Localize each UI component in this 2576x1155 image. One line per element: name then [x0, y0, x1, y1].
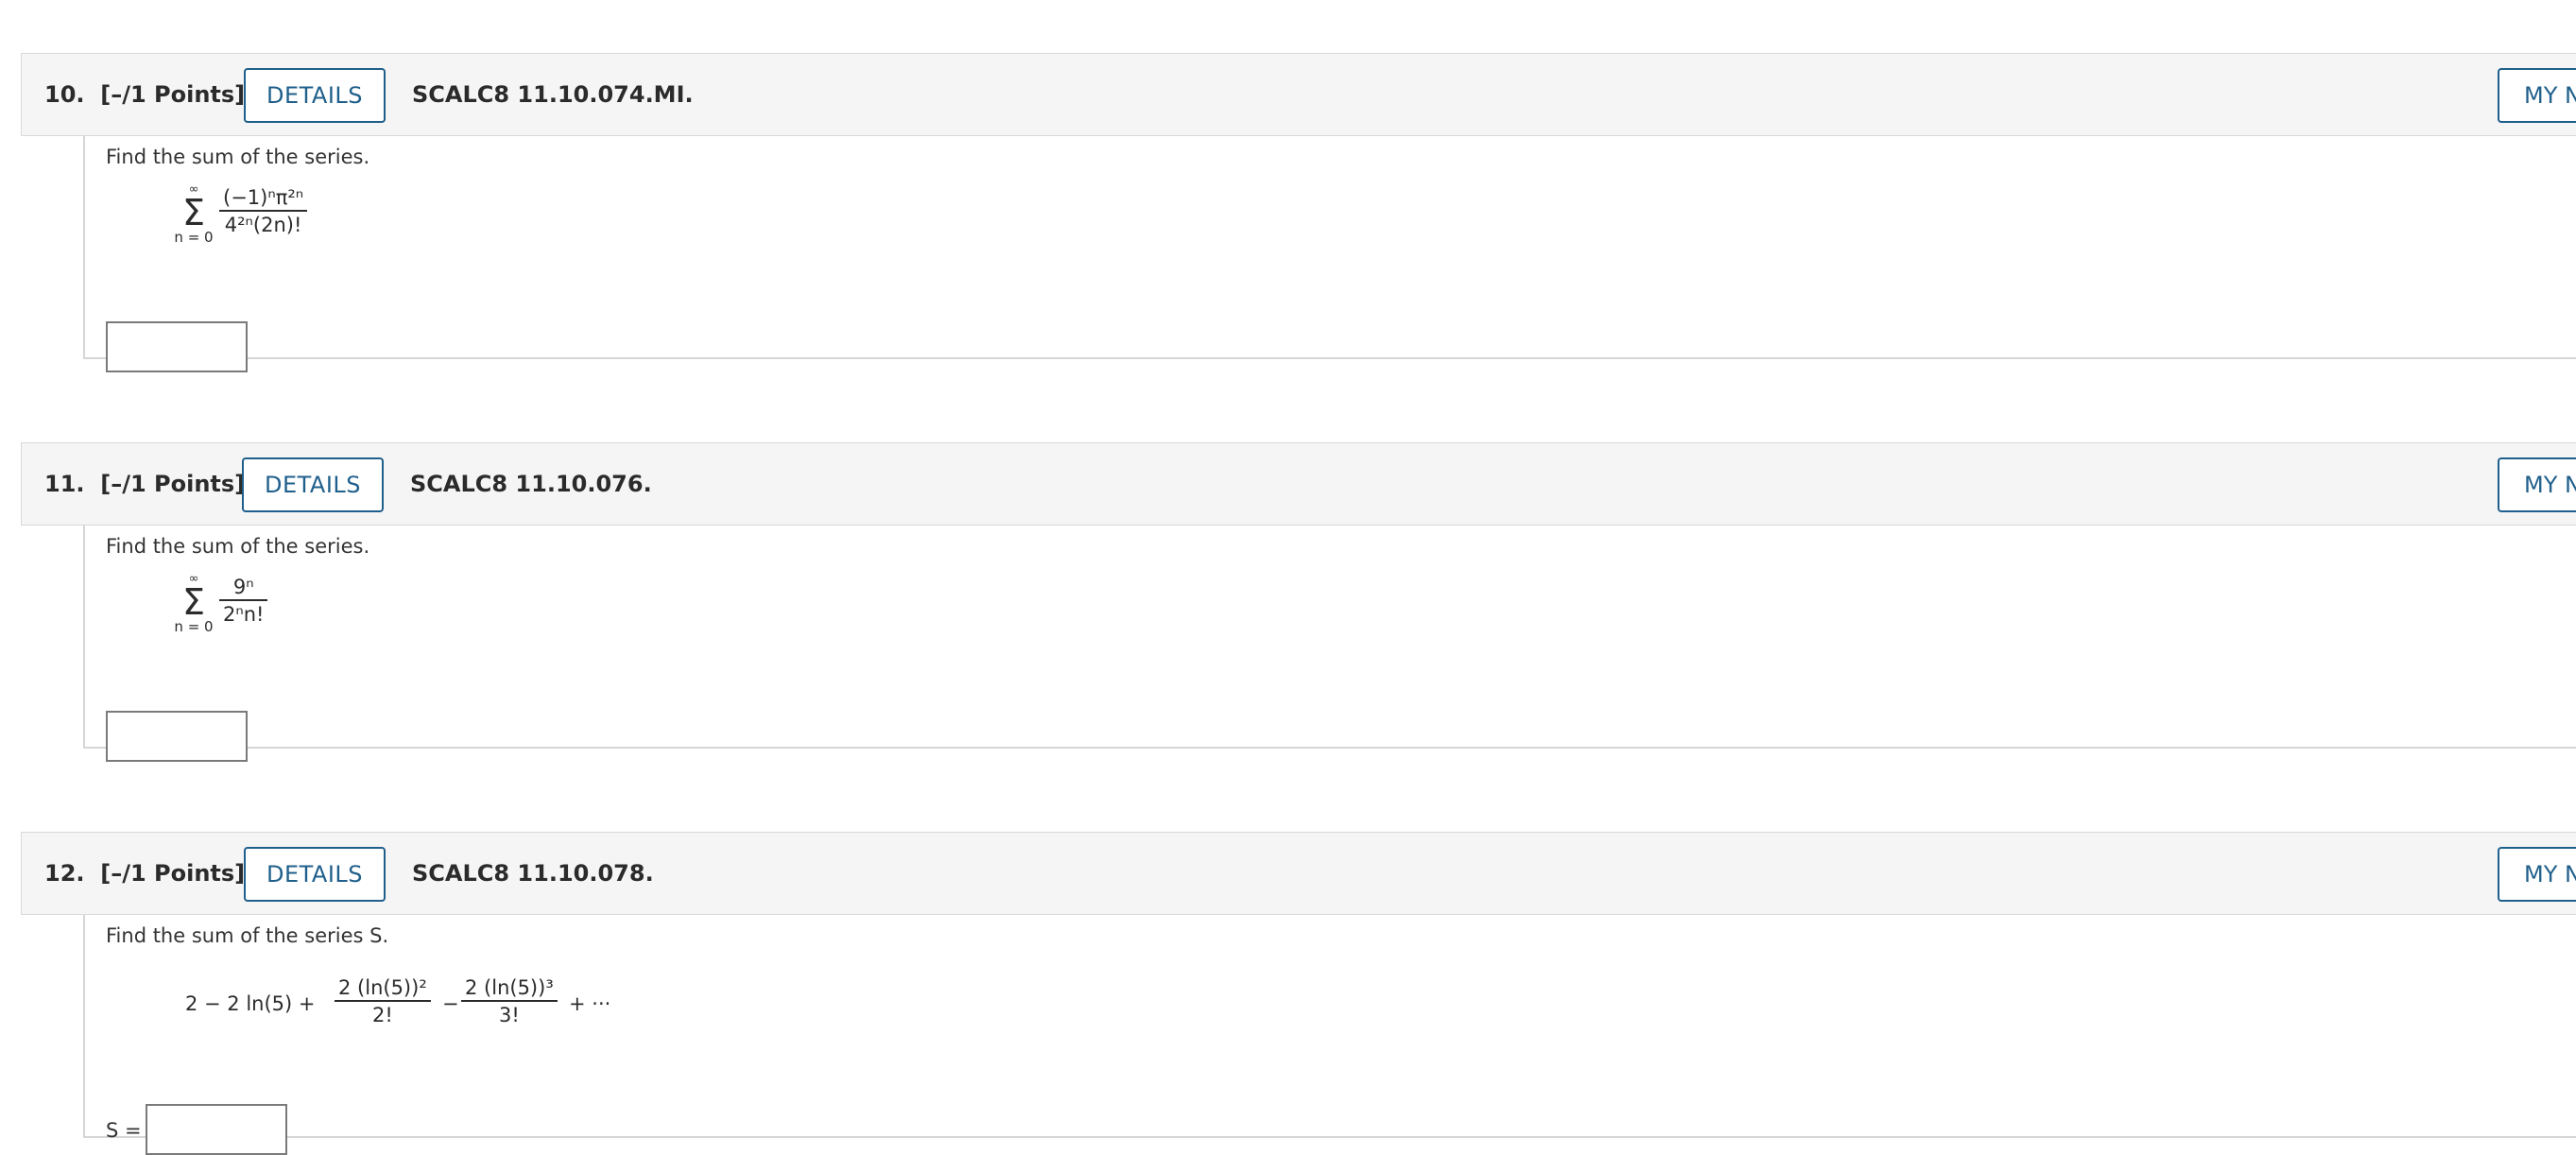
term-2-denominator: 2!	[371, 1004, 393, 1026]
question-code: SCALC8 11.10.078.	[412, 860, 654, 887]
question-header: 12. [–/1 Points] DETAILS SCALC8 11.10.07…	[21, 832, 2576, 915]
question-12: 12. [–/1 Points] DETAILS SCALC8 11.10.07…	[21, 832, 2576, 1155]
series-fraction: 9ⁿ 2ⁿn!	[219, 575, 268, 628]
question-prompt: Find the sum of the series.	[106, 146, 370, 168]
details-button[interactable]: DETAILS	[242, 457, 384, 512]
answer-input[interactable]	[106, 711, 248, 762]
question-body: Find the sum of the series. ∞ Σ n = 0 (−…	[83, 136, 2576, 372]
question-points: [–/1 Points]	[100, 471, 246, 497]
question-number-points: 12. [–/1 Points]	[44, 833, 245, 914]
series-minus: −	[442, 992, 459, 1015]
fraction-numerator: 9ⁿ	[219, 575, 268, 601]
question-prompt: Find the sum of the series.	[106, 535, 370, 558]
my-notes-button[interactable]: MY NOTES	[2498, 457, 2576, 512]
question-points: [–/1 Points]	[100, 860, 246, 887]
series-lead: 2 − 2 ln(5) +	[185, 992, 316, 1015]
question-number-points: 10. [–/1 Points]	[44, 54, 245, 135]
summation-symbol: ∞ Σ n = 0	[170, 183, 217, 247]
question-number: 12.	[44, 860, 85, 887]
sum-lower-limit: n = 0	[174, 229, 214, 246]
fraction-numerator: (−1)ⁿπ²ⁿ	[219, 185, 308, 212]
sigma-icon: Σ	[181, 192, 205, 233]
question-11: 11. [–/1 Points] DETAILS SCALC8 11.10.07…	[21, 442, 2576, 762]
series-tail: + ···	[569, 992, 611, 1015]
term-3-denominator: 3!	[498, 1004, 520, 1026]
question-code: SCALC8 11.10.074.MI.	[412, 81, 694, 108]
my-notes-button[interactable]: MY NOTES	[2498, 847, 2576, 902]
question-header: 10. [–/1 Points] DETAILS SCALC8 11.10.07…	[21, 53, 2576, 136]
details-button[interactable]: DETAILS	[244, 68, 386, 123]
question-points: [–/1 Points]	[100, 81, 246, 108]
series-term-2: 2 (ln(5))² 2!	[335, 975, 431, 1028]
question-10: 10. [–/1 Points] DETAILS SCALC8 11.10.07…	[21, 53, 2576, 372]
answer-label: S =	[106, 1119, 142, 1142]
question-header: 11. [–/1 Points] DETAILS SCALC8 11.10.07…	[21, 442, 2576, 526]
question-prompt: Find the sum of the series S.	[106, 924, 389, 947]
sigma-icon: Σ	[181, 581, 205, 623]
series-term-3: 2 (ln(5))³ 3!	[461, 975, 558, 1028]
question-number-points: 11. [–/1 Points]	[44, 443, 245, 525]
term-3-numerator: 2 (ln(5))³	[461, 975, 558, 1002]
answer-input[interactable]	[106, 321, 248, 372]
sum-lower-limit: n = 0	[174, 618, 214, 635]
question-number: 11.	[44, 471, 85, 497]
question-body: Find the sum of the series S. 2 − 2 ln(5…	[83, 915, 2576, 1155]
series-fraction: (−1)ⁿπ²ⁿ 4²ⁿ(2n)!	[219, 185, 308, 238]
question-number: 10.	[44, 81, 85, 108]
term-2-numerator: 2 (ln(5))²	[335, 975, 431, 1002]
question-code: SCALC8 11.10.076.	[410, 471, 652, 497]
question-body: Find the sum of the series. ∞ Σ n = 0 9ⁿ…	[83, 526, 2576, 762]
details-button[interactable]: DETAILS	[244, 847, 386, 902]
summation-symbol: ∞ Σ n = 0	[170, 573, 217, 636]
answer-input[interactable]	[146, 1104, 287, 1155]
fraction-denominator: 4²ⁿ(2n)!	[224, 214, 302, 236]
my-notes-button[interactable]: MY NOTES	[2498, 68, 2576, 123]
fraction-denominator: 2ⁿn!	[223, 603, 265, 626]
